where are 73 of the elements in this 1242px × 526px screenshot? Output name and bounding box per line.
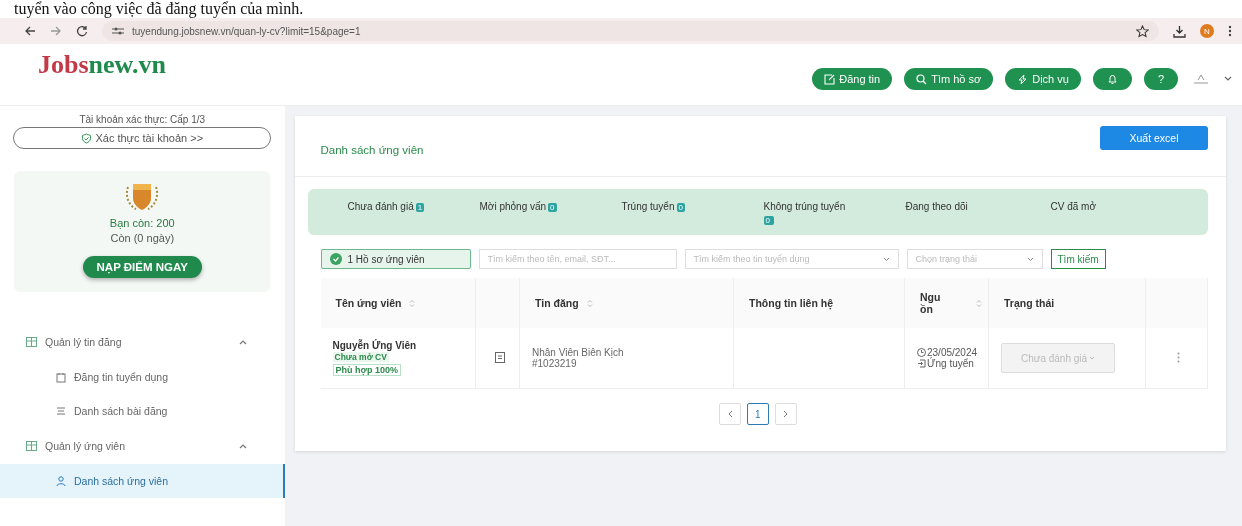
job-title[interactable]: Nhân Viên Biên Kịch [532, 347, 725, 358]
search-profiles-button[interactable]: Tìm hồ sơ [904, 68, 994, 90]
status-tab[interactable]: Đang theo dõi [905, 201, 1051, 235]
services-button[interactable]: Dịch vụ [1005, 68, 1081, 90]
star-icon[interactable] [1136, 24, 1149, 38]
more-options-icon[interactable] [1177, 351, 1180, 363]
verification-level: Tài khoản xác thực: Cấp 1/3 [79, 114, 206, 125]
calendar-icon [56, 371, 66, 383]
site-logo[interactable]: Jobsnew.vn [38, 50, 166, 80]
candidate-name[interactable]: Nguyễn Ứng Viên [332, 340, 467, 351]
url-text: tuyendung.jobsnew.vn/quan-ly-cv?limit=15&page=1 [132, 25, 361, 37]
applied-date: 23/05/2024 [927, 347, 978, 358]
column-header: Tên ứng viên [335, 297, 402, 309]
menu-item[interactable]: Đăng tin tuyển dụng [0, 360, 285, 394]
menu-group[interactable]: Quản lý ứng viên [0, 428, 285, 464]
panel-title: Danh sách ứng viên [320, 144, 424, 156]
status-tab[interactable]: Mời phỏng vấn 0 [479, 201, 622, 235]
column-header: Tin đăng [535, 297, 579, 309]
column-header: Nguồn [920, 291, 942, 315]
edit-icon [824, 73, 836, 85]
forward-icon[interactable] [50, 25, 62, 37]
export-excel-button[interactable]: Xuất excel [1100, 126, 1208, 150]
login-icon [917, 359, 926, 368]
chevron-right-icon [782, 410, 789, 418]
help-button[interactable]: ? [1143, 68, 1178, 90]
page-button[interactable]: 1 [746, 403, 769, 425]
status-tab[interactable]: CV đã mở [1050, 201, 1201, 235]
document-icon[interactable] [494, 351, 505, 363]
menu-item[interactable]: Danh sách ứng viên [0, 464, 285, 498]
chevron-up-icon[interactable] [238, 339, 247, 345]
job-id: #1023219 [532, 358, 578, 369]
list-icon [56, 406, 66, 416]
match-tag: Phù hợp 100% [332, 364, 401, 376]
status-tab[interactable]: Không trúng tuyển 0 [763, 201, 906, 235]
grid-icon [26, 337, 37, 347]
back-icon[interactable] [24, 25, 36, 37]
grid-icon [26, 441, 37, 451]
column-header: Trạng thái [1004, 297, 1055, 309]
person-icon [56, 476, 66, 486]
cv-status-tag: Chưa mở CV [332, 352, 389, 362]
bell-icon [1106, 73, 1118, 85]
chevron-down-icon [1089, 356, 1096, 360]
menu-group[interactable]: Quản lý tin đăng [0, 324, 285, 360]
post-job-button[interactable]: Đăng tin [812, 68, 893, 90]
chevron-up-icon[interactable] [238, 443, 247, 449]
document-text: tuyển vào công việc đã đăng tuyển của mình. [13, 0, 305, 18]
search-icon [916, 73, 928, 85]
reload-icon[interactable] [76, 25, 88, 37]
check-circle-icon [329, 253, 342, 265]
notifications-button[interactable] [1092, 68, 1132, 90]
result-count-chip: 1 Hồ sơ ứng viên [320, 249, 471, 269]
menu-item[interactable]: Danh sách bài đăng [0, 394, 285, 428]
points-balance: Bạn còn: 200 [109, 217, 175, 229]
top-up-button[interactable]: NẠP ĐIỂM NGAY [82, 256, 202, 278]
download-icon[interactable] [1173, 24, 1186, 38]
menu-icon[interactable] [1228, 25, 1232, 37]
chevron-down-icon [1026, 256, 1034, 262]
days-remaining: Còn (0 ngày) [110, 232, 175, 244]
clock-icon [917, 348, 926, 357]
lightning-icon [1017, 73, 1029, 85]
status-tab[interactable]: Trúng tuyển 0 [621, 201, 764, 235]
status-tab[interactable]: Chưa đánh giá 1 [347, 201, 480, 235]
search-button[interactable]: Tìm kiếm [1050, 249, 1106, 269]
shield-check-icon [81, 132, 93, 144]
source-text: Ứng tuyển [927, 358, 974, 369]
address-bar[interactable]: tuyendung.jobsnew.vn/quan-ly-cv?limit=15&page=1 [102, 21, 1159, 41]
chevron-down-icon[interactable] [1224, 76, 1232, 82]
search-field[interactable]: Tìm kiếm theo tên, email, SĐT... [478, 249, 677, 269]
chevron-down-icon [882, 256, 890, 262]
column-header: Thông tin liên hệ [749, 297, 833, 309]
chevron-left-icon [726, 410, 733, 418]
site-settings-icon[interactable] [112, 26, 124, 36]
verify-account-button[interactable]: Xác thực tài khoản >> [13, 127, 272, 149]
